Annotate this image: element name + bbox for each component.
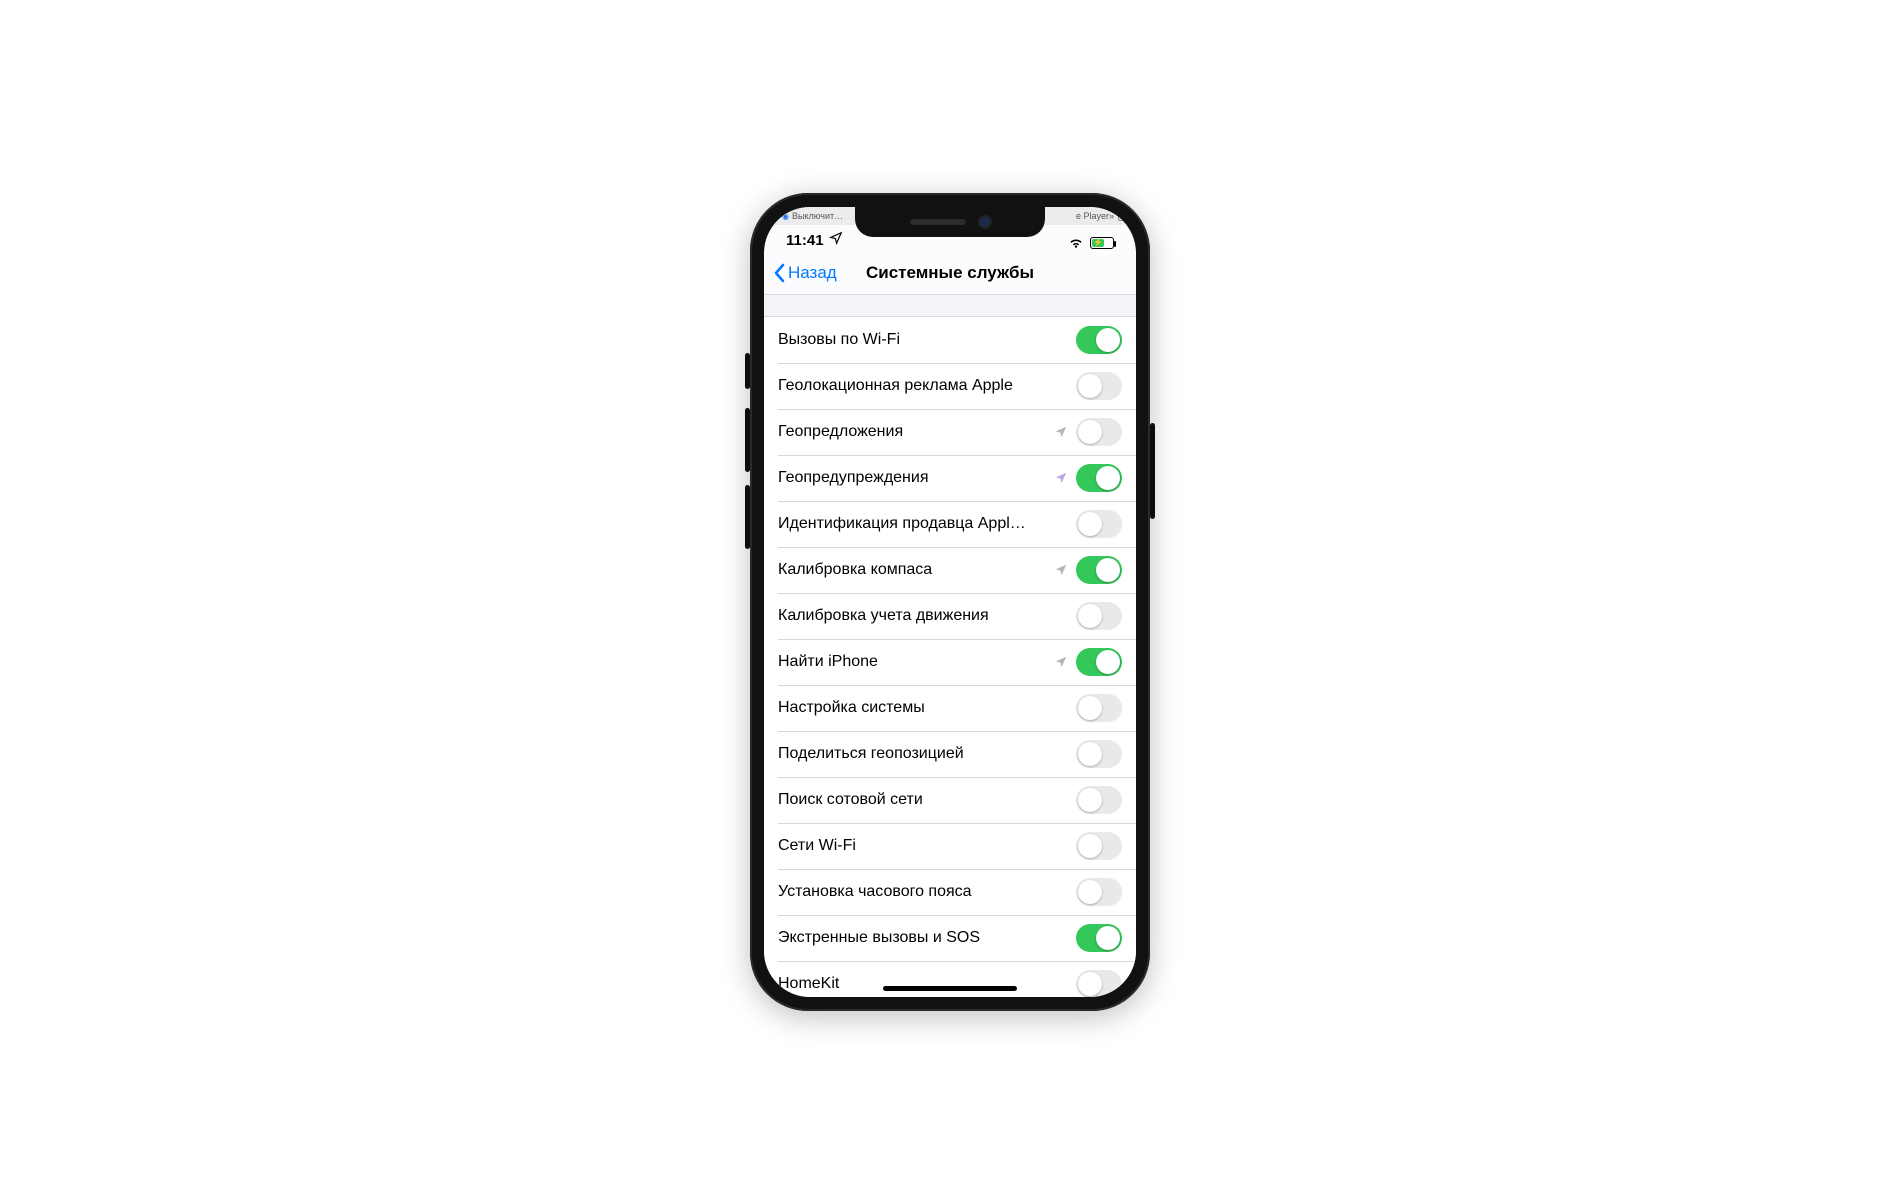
toggle-switch[interactable] [1076,510,1122,538]
settings-row: Калибровка компаса [764,547,1136,593]
battery-icon: ⚡ [1090,237,1114,249]
toggle-knob [1096,466,1120,490]
toggle-switch[interactable] [1076,694,1122,722]
settings-row: Геопредупреждения [764,455,1136,501]
settings-row: HomeKit [764,961,1136,997]
toggle-knob [1078,512,1102,536]
toggle-knob [1078,604,1102,628]
settings-row: Идентификация продавца Appl… [764,501,1136,547]
toggle-switch[interactable] [1076,372,1122,400]
toggle-switch[interactable] [1076,786,1122,814]
power-button [1150,423,1155,519]
mute-switch [745,353,750,389]
row-label: Вызовы по Wi-Fi [778,331,1076,349]
settings-row: Геолокационная реклама Apple [764,363,1136,409]
settings-row: Вызовы по Wi-Fi [764,317,1136,363]
front-camera [980,217,990,227]
location-usage-icon [1054,655,1068,669]
toggle-knob [1078,420,1102,444]
screen: ◉ Выключит… e Player» 11:41 [764,207,1136,997]
chevron-left-icon [772,263,786,283]
toggle-knob [1078,788,1102,812]
row-label: Идентификация продавца Appl… [778,515,1076,533]
settings-row: Геопредложения [764,409,1136,455]
row-label: Найти iPhone [778,653,1054,671]
location-usage-icon [1054,471,1068,485]
toggle-switch[interactable] [1076,418,1122,446]
volume-down-button [745,485,750,549]
toggle-switch[interactable] [1076,326,1122,354]
row-label: Геопредложения [778,423,1054,441]
toggle-knob [1078,972,1102,996]
toggle-switch[interactable] [1076,924,1122,952]
toggle-knob [1096,926,1120,950]
toggle-knob [1096,328,1120,352]
status-time: 11:41 [786,232,824,249]
row-label: Сети Wi-Fi [778,837,1076,855]
row-label: Экстренные вызовы и SOS [778,929,1076,947]
toggle-switch[interactable] [1076,832,1122,860]
page-title: Системные службы [866,263,1034,283]
volume-up-button [745,408,750,472]
row-label: Калибровка учета движения [778,607,1076,625]
back-label: Назад [788,263,837,283]
location-usage-icon [1054,563,1068,577]
row-label: Калибровка компаса [778,561,1054,579]
settings-row: Поиск сотовой сети [764,777,1136,823]
toggle-knob [1096,558,1120,582]
toggle-knob [1096,650,1120,674]
settings-row: Установка часового пояса [764,869,1136,915]
toggle-knob [1078,742,1102,766]
speaker-grille [910,219,966,225]
settings-row: Сети Wi-Fi [764,823,1136,869]
back-button[interactable]: Назад [772,251,837,294]
row-label: Геолокационная реклама Apple [778,377,1076,395]
notch [855,207,1045,237]
settings-row: Найти iPhone [764,639,1136,685]
toggle-switch[interactable] [1076,878,1122,906]
row-label: Установка часового пояса [778,883,1076,901]
settings-row: Калибровка учета движения [764,593,1136,639]
nav-bar: Назад Системные службы [764,251,1136,295]
phone-frame: ◉ Выключит… e Player» 11:41 [750,193,1150,1011]
row-label: Настройка системы [778,699,1076,717]
settings-row: Экстренные вызовы и SOS [764,915,1136,961]
toggle-switch[interactable] [1076,970,1122,997]
location-arrow-icon [829,231,843,249]
toggle-switch[interactable] [1076,464,1122,492]
location-usage-icon [1054,425,1068,439]
settings-row: Поделиться геопозицией [764,731,1136,777]
group-header-spacer [764,295,1136,317]
row-label: Геопредупреждения [778,469,1054,487]
toggle-knob [1078,696,1102,720]
toggle-switch[interactable] [1076,648,1122,676]
toggle-knob [1078,834,1102,858]
row-label: Поиск сотовой сети [778,791,1076,809]
row-label: Поделиться геопозицией [778,745,1076,763]
toggle-knob [1078,880,1102,904]
settings-row: Настройка системы [764,685,1136,731]
toggle-switch[interactable] [1076,602,1122,630]
toggle-switch[interactable] [1076,740,1122,768]
toggle-knob [1078,374,1102,398]
home-indicator[interactable] [883,986,1017,991]
settings-list[interactable]: Вызовы по Wi-Fi Геолокационная реклама Ap… [764,295,1136,997]
toggle-switch[interactable] [1076,556,1122,584]
wifi-icon [1068,237,1084,249]
